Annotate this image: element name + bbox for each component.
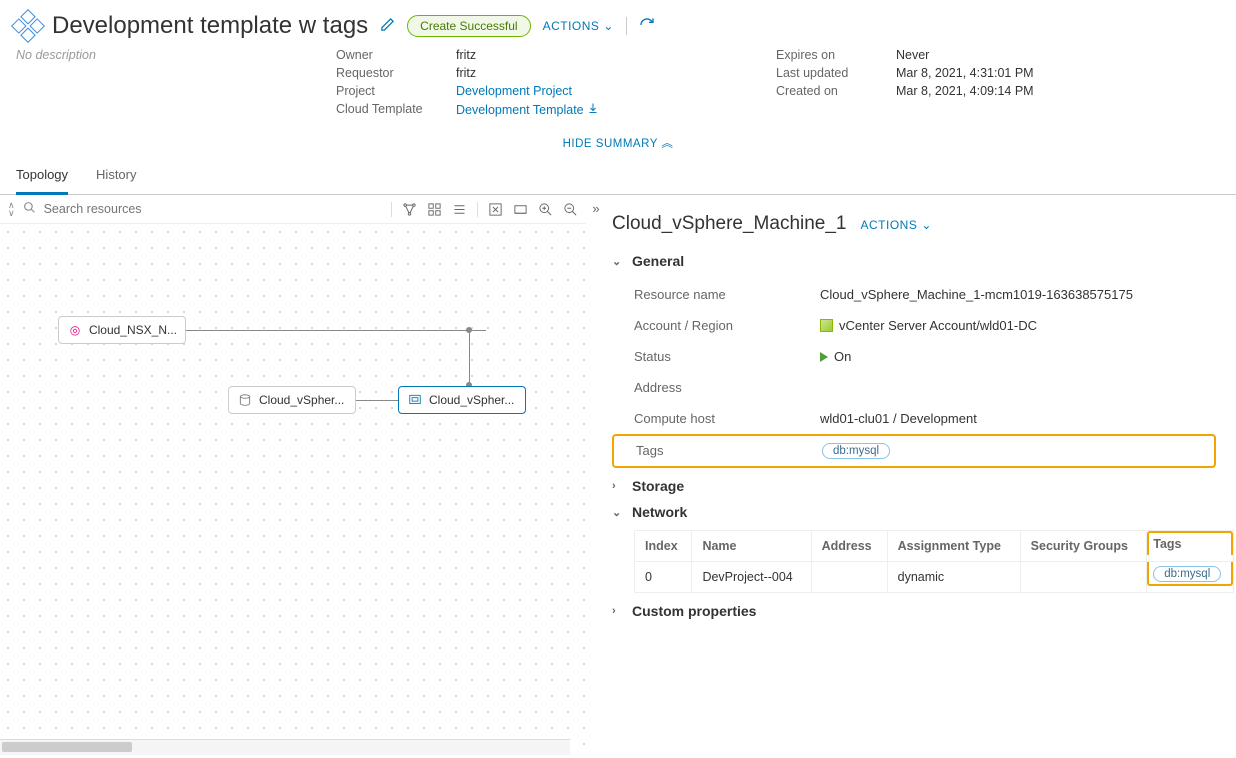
node-label: Cloud_vSpher...: [259, 393, 344, 407]
node-label: Cloud_vSpher...: [429, 393, 514, 407]
cell-assignment: dynamic: [887, 562, 1020, 593]
tags-label: Tags: [636, 443, 822, 459]
chevron-down-icon: ⌄: [612, 255, 622, 268]
chevron-down-icon: ⌄: [603, 19, 614, 33]
vcenter-icon: [820, 319, 833, 332]
template-link[interactable]: Development Template: [456, 103, 584, 117]
cell-name: DevProject--004: [692, 562, 811, 593]
layout-list-icon[interactable]: [452, 202, 467, 217]
tab-topology[interactable]: Topology: [16, 157, 68, 195]
status-value: On: [820, 349, 851, 364]
connector: [356, 400, 398, 401]
expires-label: Expires on: [776, 48, 896, 62]
scrollbar-horizontal[interactable]: [0, 739, 570, 755]
section-network[interactable]: ⌄Network: [612, 504, 1216, 520]
nav-up-down[interactable]: ∧∨: [8, 201, 15, 217]
account-value: vCenter Server Account/wld01-DC: [820, 318, 1037, 333]
panel-splitter[interactable]: »: [586, 195, 606, 755]
layout-grid-icon[interactable]: [427, 202, 442, 217]
connector: [469, 330, 470, 386]
refresh-icon[interactable]: [639, 17, 655, 36]
chevron-right-icon: ›: [612, 605, 622, 617]
hide-summary-toggle[interactable]: HIDE SUMMARY ︽: [0, 129, 1236, 157]
host-label: Compute host: [634, 411, 820, 426]
power-on-icon: [820, 352, 828, 362]
cell-address: [811, 562, 887, 593]
edit-icon[interactable]: [380, 17, 395, 35]
status-badge: Create Successful: [407, 15, 530, 37]
tag-pill[interactable]: db:mysql: [1153, 566, 1221, 582]
node-disk[interactable]: Cloud_vSpher...: [228, 386, 356, 414]
col-tags: Tags: [1147, 531, 1234, 562]
chevron-down-icon: ⌄: [921, 218, 932, 232]
node-label: Cloud_NSX_N...: [89, 323, 177, 337]
created-label: Created on: [776, 84, 896, 98]
node-vm[interactable]: Cloud_vSpher...: [398, 386, 526, 414]
cell-tags: db:mysql: [1147, 562, 1234, 593]
tag-pill[interactable]: db:mysql: [822, 443, 890, 459]
search-input[interactable]: [44, 202, 194, 216]
download-icon[interactable]: [587, 102, 599, 117]
resource-name-label: Resource name: [634, 287, 820, 302]
details-actions-menu[interactable]: ACTIONS⌄: [861, 218, 932, 232]
disk-icon: [237, 392, 253, 408]
col-index: Index: [635, 531, 692, 562]
created-value: Mar 8, 2021, 4:09:14 PM: [896, 84, 1034, 98]
description-text: No description: [16, 48, 96, 62]
host-value: wld01-clu01 / Development: [820, 411, 977, 426]
app-logo: [11, 9, 45, 43]
zoom-in-icon[interactable]: [538, 202, 553, 217]
project-link[interactable]: Development Project: [456, 84, 572, 98]
owner-label: Owner: [336, 48, 456, 62]
layout-graph-icon[interactable]: [402, 202, 417, 217]
search-icon: [23, 201, 36, 217]
account-label: Account / Region: [634, 318, 820, 333]
divider: [626, 17, 627, 35]
tab-history[interactable]: History: [96, 157, 136, 194]
details-title: Cloud_vSphere_Machine_1: [612, 213, 847, 235]
network-table: Index Name Address Assignment Type Secur…: [634, 530, 1234, 593]
col-name: Name: [692, 531, 811, 562]
fit-screen-icon[interactable]: [488, 202, 503, 217]
section-storage[interactable]: ›Storage: [612, 478, 1216, 494]
cell-security: [1020, 562, 1147, 593]
project-label: Project: [336, 84, 456, 98]
requestor-value: fritz: [456, 66, 476, 80]
vm-icon: [407, 392, 423, 408]
cell-index: 0: [635, 562, 692, 593]
canvas-toolbar: [391, 202, 578, 217]
node-nsx[interactable]: ◎ Cloud_NSX_N...: [58, 316, 186, 344]
updated-label: Last updated: [776, 66, 896, 80]
page-title: Development template w tags: [52, 12, 368, 40]
section-general[interactable]: ⌄General: [612, 253, 1216, 269]
chevron-up-icon: ︽: [661, 138, 673, 150]
template-label: Cloud Template: [336, 102, 456, 117]
connector: [186, 330, 486, 331]
network-icon: ◎: [67, 322, 83, 338]
section-custom-properties[interactable]: ›Custom properties: [612, 603, 1216, 619]
address-label: Address: [634, 380, 820, 395]
topology-canvas[interactable]: ◎ Cloud_NSX_N... Cloud_vSpher... Cloud_v…: [0, 224, 586, 755]
col-security: Security Groups: [1020, 531, 1147, 562]
requestor-label: Requestor: [336, 66, 456, 80]
updated-value: Mar 8, 2021, 4:31:01 PM: [896, 66, 1034, 80]
actions-menu[interactable]: ACTIONS⌄: [543, 19, 614, 33]
owner-value: fritz: [456, 48, 476, 62]
expires-value: Never: [896, 48, 929, 62]
table-row[interactable]: 0 DevProject--004 dynamic db:mysql: [635, 562, 1234, 593]
zoom-out-icon[interactable]: [563, 202, 578, 217]
col-address: Address: [811, 531, 887, 562]
chevron-right-icon: ›: [612, 480, 622, 492]
col-assignment: Assignment Type: [887, 531, 1020, 562]
chevron-down-icon: ⌄: [612, 506, 622, 519]
status-label: Status: [634, 349, 820, 364]
resource-name-value: Cloud_vSphere_Machine_1-mcm1019-16363857…: [820, 287, 1133, 302]
actual-size-icon[interactable]: [513, 202, 528, 217]
